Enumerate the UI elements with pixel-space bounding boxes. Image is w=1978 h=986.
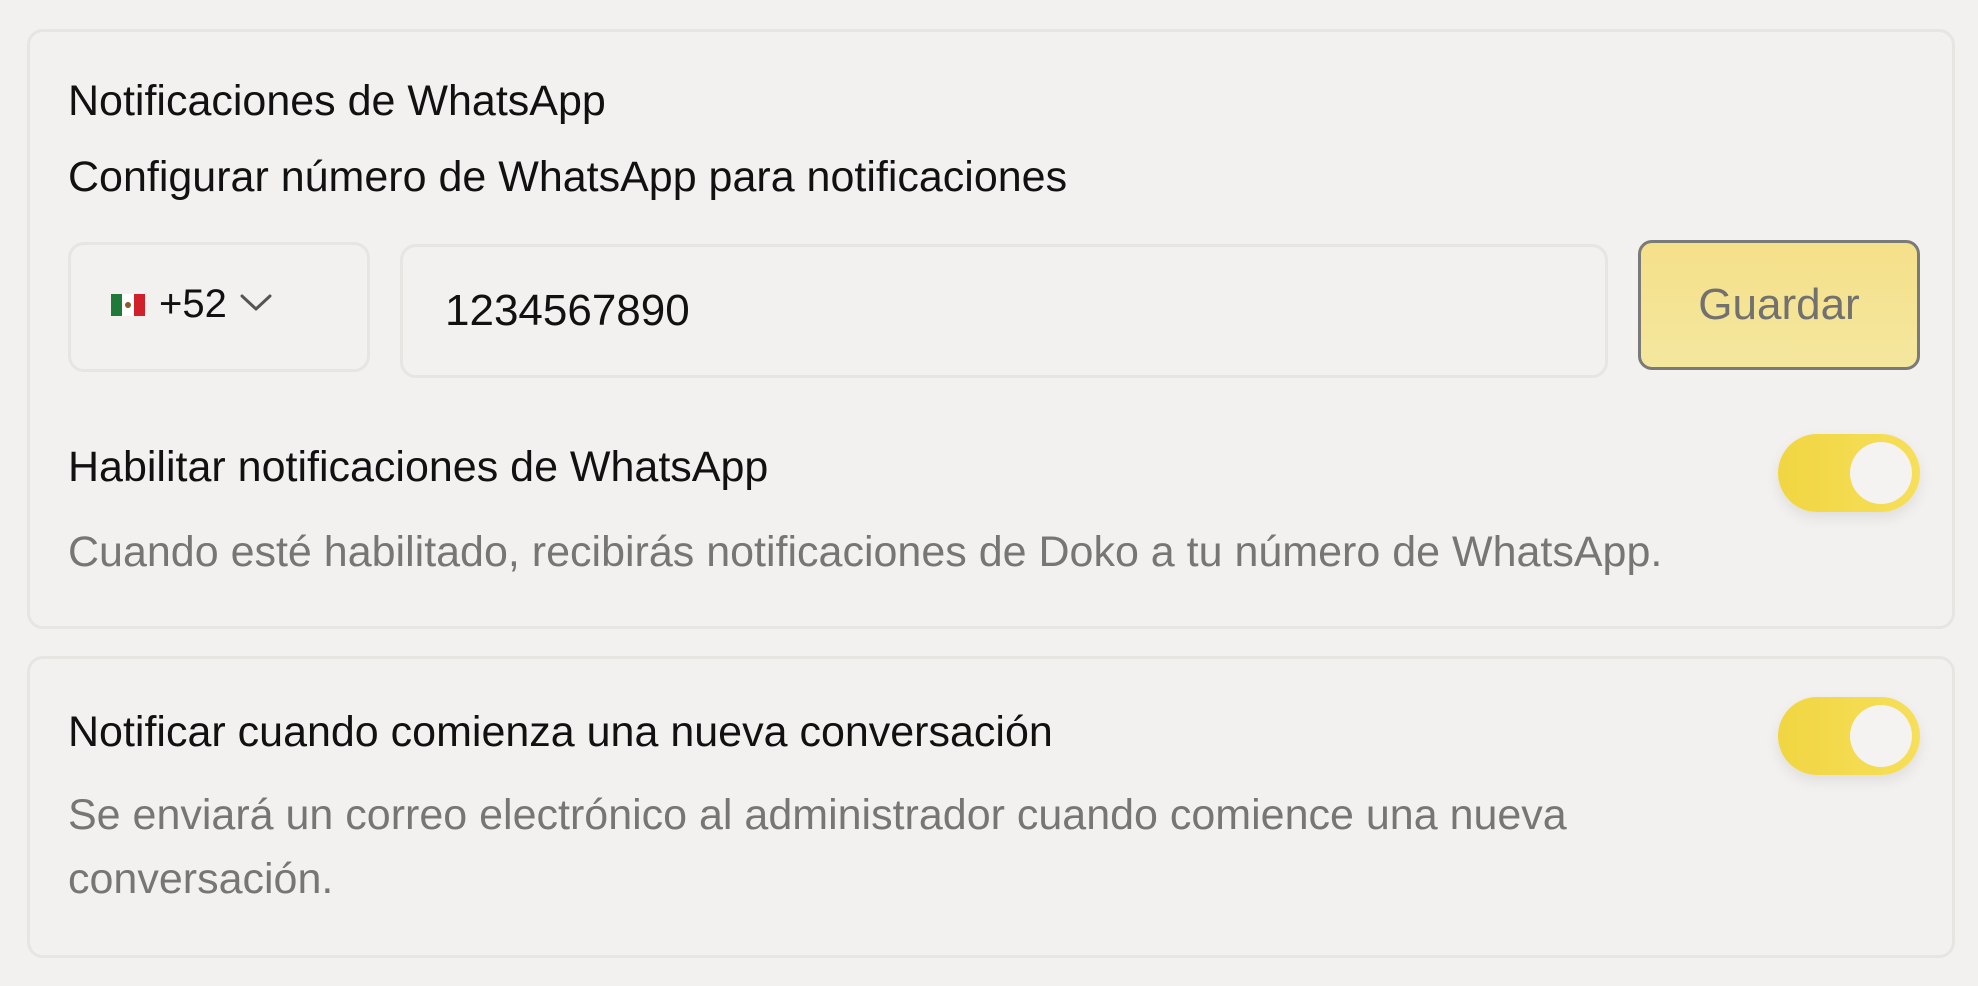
chevron-down-icon <box>239 292 273 317</box>
new-conversation-card: Notificar cuando comienza una nueva conv… <box>27 656 1955 958</box>
whatsapp-section-subtitle: Configurar número de WhatsApp para notif… <box>68 153 1068 201</box>
mexico-flag-icon <box>111 294 145 316</box>
phone-number-input[interactable] <box>400 244 1608 378</box>
enable-whatsapp-description: Cuando esté habilitado, recibirás notifi… <box>68 528 1663 576</box>
toggle-knob <box>1850 705 1912 767</box>
save-button[interactable]: Guardar <box>1638 240 1920 370</box>
new-conversation-description: Se enviará un correo electrónico al admi… <box>68 791 1567 903</box>
enable-whatsapp-label: Habilitar notificaciones de WhatsApp <box>68 443 769 491</box>
toggle-knob <box>1850 442 1912 504</box>
whatsapp-notifications-card: Notificaciones de WhatsApp Configurar nú… <box>27 29 1955 629</box>
whatsapp-section-title: Notificaciones de WhatsApp <box>68 77 606 125</box>
new-conversation-label: Notificar cuando comienza una nueva conv… <box>68 708 1053 756</box>
enable-whatsapp-toggle[interactable] <box>1778 434 1920 512</box>
country-dial-code: +52 <box>159 281 227 326</box>
country-code-select[interactable]: +52 <box>68 242 370 372</box>
new-conversation-toggle[interactable] <box>1778 697 1920 775</box>
